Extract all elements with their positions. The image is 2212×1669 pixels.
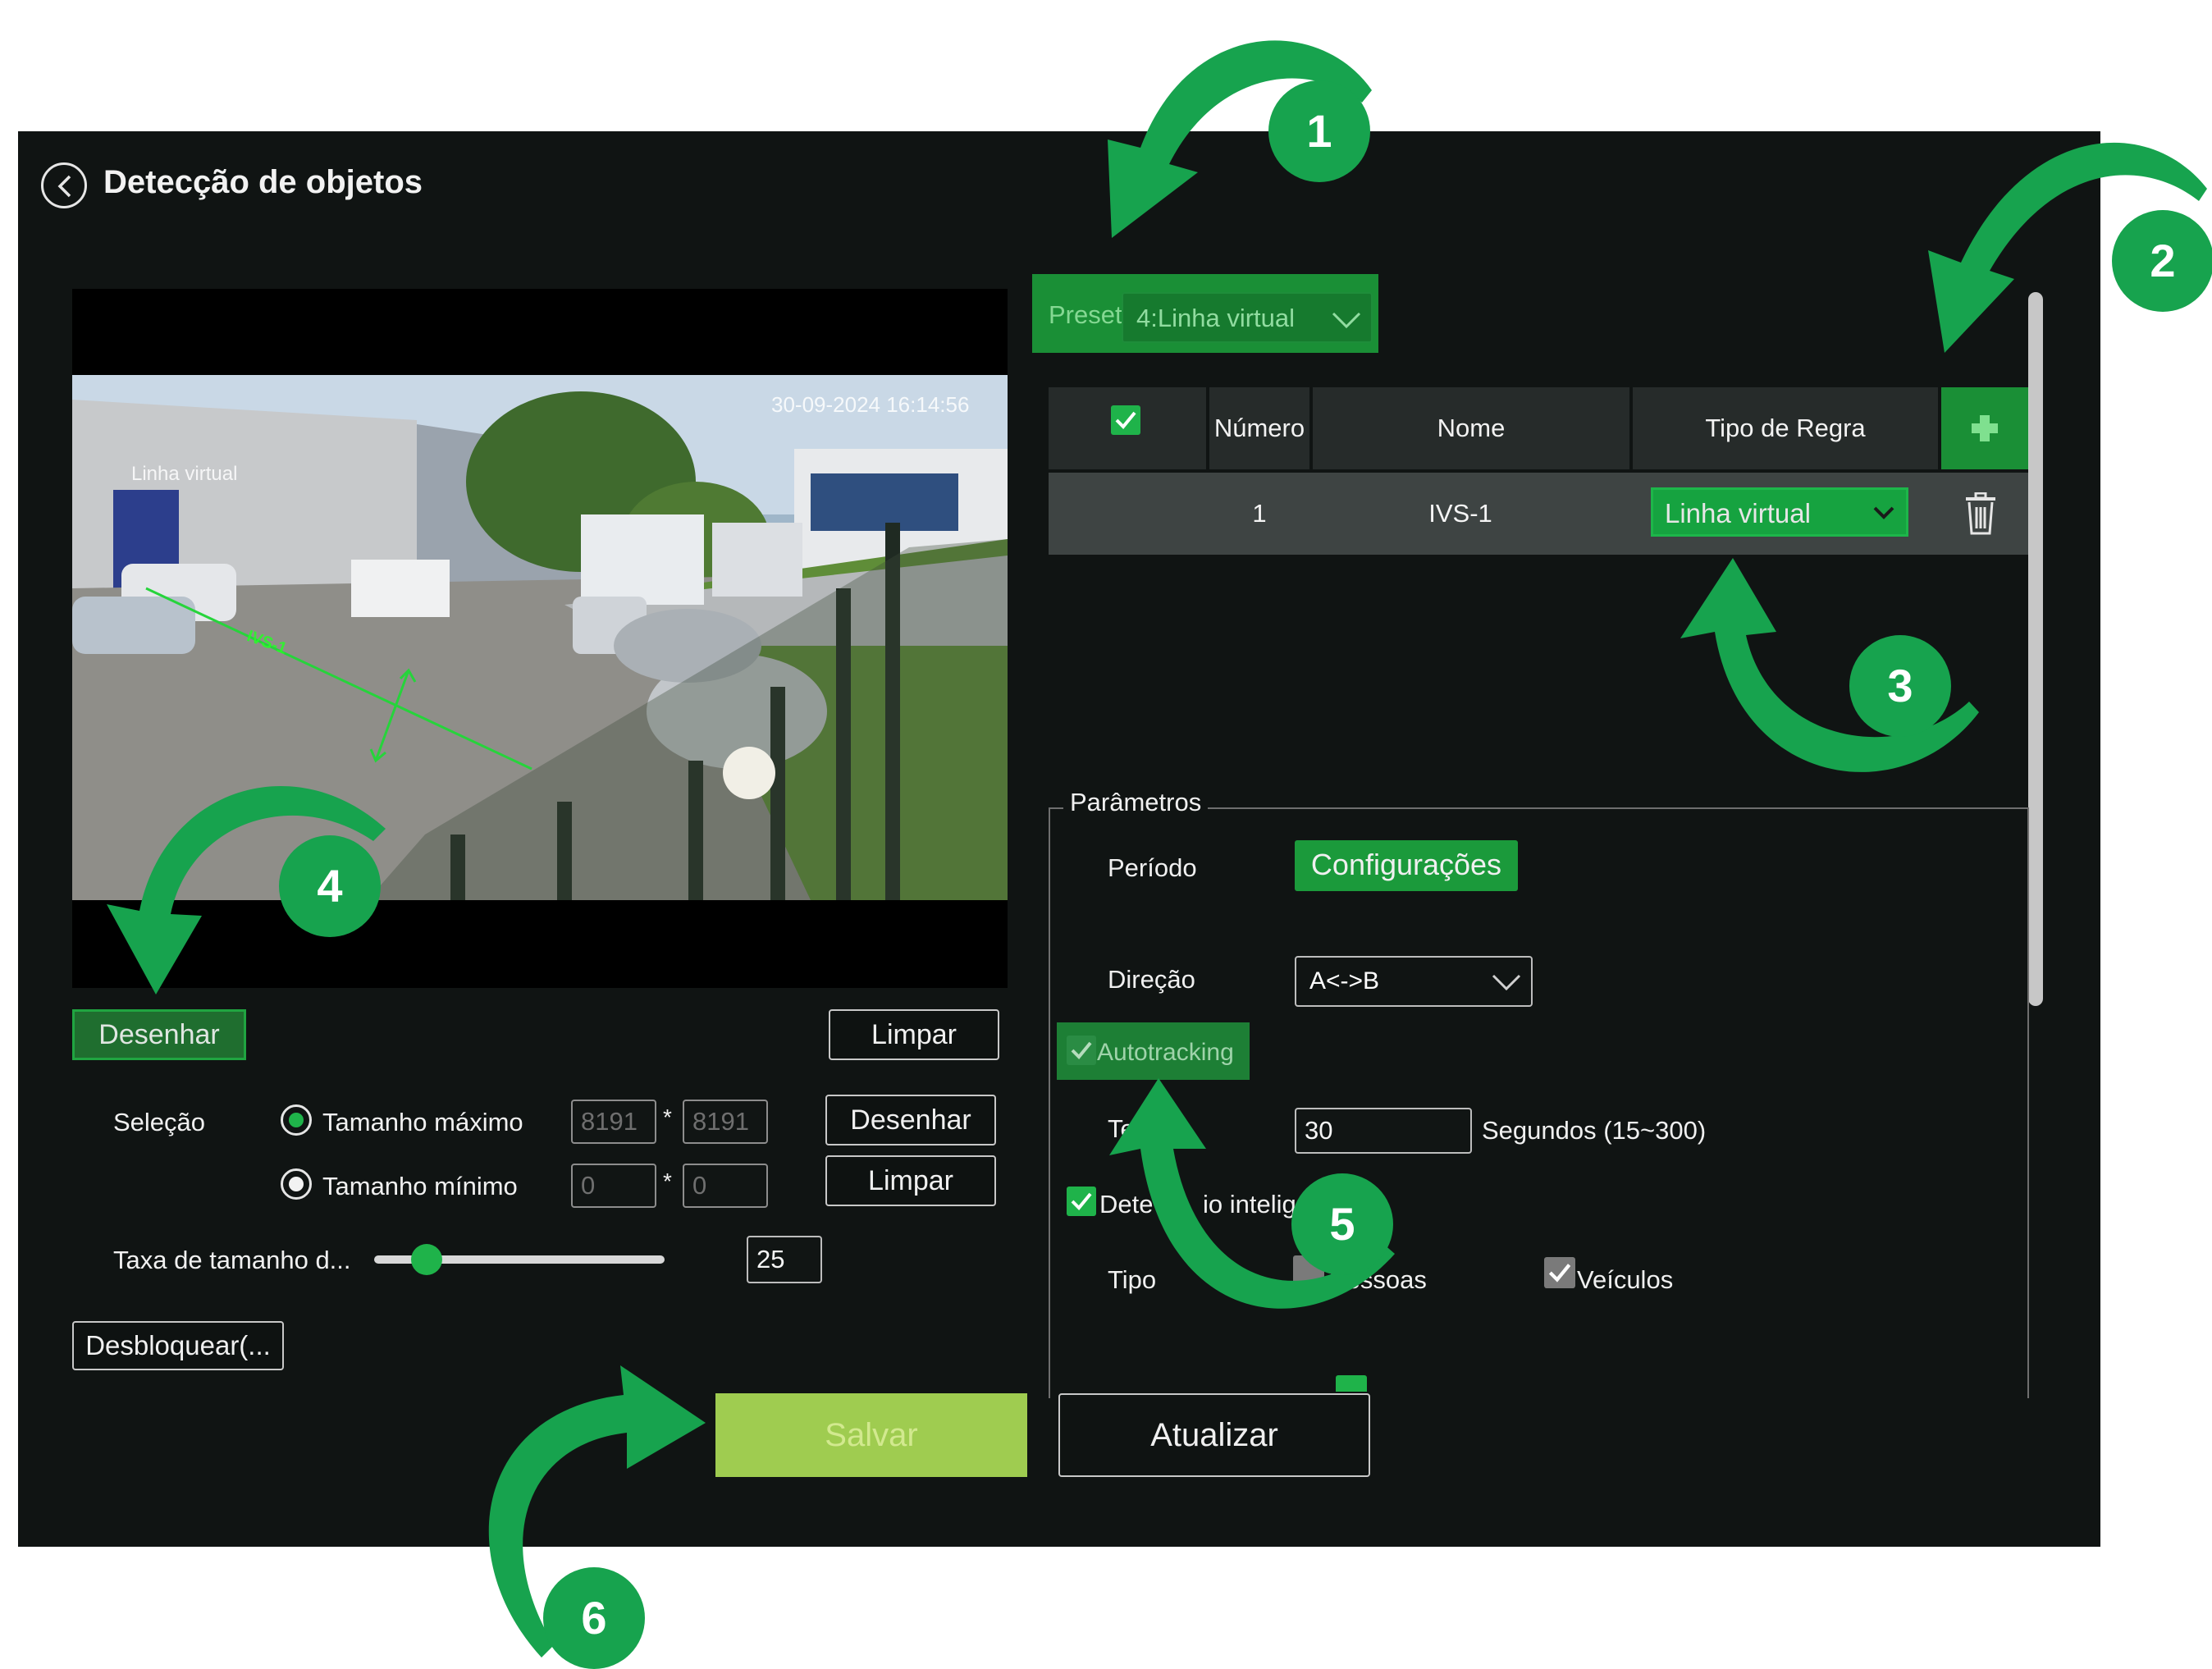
annotation-badge-5: 5 (1291, 1173, 1393, 1275)
annotation-badge-3: 3 (1849, 635, 1951, 737)
annotation-badge-2: 2 (2112, 210, 2212, 312)
annotation-badge-6: 6 (543, 1567, 645, 1669)
annotation-arrows (107, 40, 2207, 1658)
annotation-badge-1: 1 (1268, 80, 1370, 182)
annotation-badge-4: 4 (279, 835, 381, 937)
